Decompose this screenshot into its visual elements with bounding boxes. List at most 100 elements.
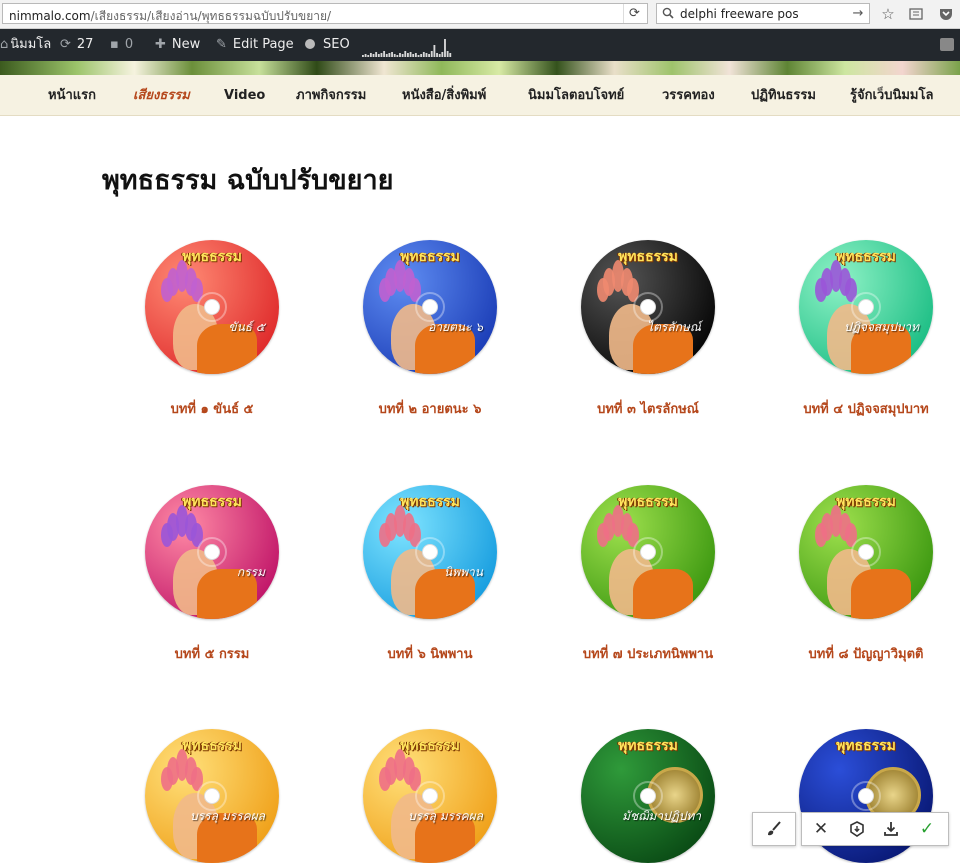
updates-icon: ⟳: [60, 37, 71, 52]
stats-bar: [399, 53, 401, 57]
seo-status-icon: [305, 39, 315, 49]
disc-hole: [640, 788, 656, 804]
download-icon[interactable]: [874, 813, 908, 845]
new-label: New: [171, 37, 201, 52]
seo-link[interactable]: SEO: [305, 29, 350, 61]
seo-label: SEO: [323, 37, 350, 52]
album-caption-link[interactable]: บทที่ ๑ ขันธ์ ๕: [102, 398, 322, 419]
stats-bar: [380, 53, 383, 57]
album-disc-2[interactable]: พุทธธรรม อายตนะ ๖: [363, 240, 497, 374]
lotus-icon: [379, 505, 421, 547]
disc-hole: [640, 544, 656, 560]
album-caption-link[interactable]: บทที่ ๘ ปัญญาวิมุตติ: [756, 643, 960, 664]
new-link[interactable]: ✚ New: [155, 29, 200, 61]
shield-icon[interactable]: [840, 813, 874, 845]
lotus-icon: [815, 260, 857, 302]
album-caption-link[interactable]: บทที่ ๖ นิพพาน: [320, 643, 540, 664]
album-caption-link[interactable]: บทที่ ๔ ปฏิจจสมุปบาท: [756, 398, 960, 419]
stats-bar: [425, 53, 428, 57]
nav-item-2[interactable]: Video: [224, 75, 265, 116]
robe-illustration: [851, 569, 911, 619]
browser-toolbar: nimmalo.com/เสียงธรรม/เสียงอ่าน/พุทธธรรม…: [0, 0, 960, 29]
nav-item-6[interactable]: วรรคทอง: [662, 75, 715, 116]
album-disc-4[interactable]: พุทธธรรม ปฏิจจสมุปบาท: [799, 240, 933, 374]
album-disc-7[interactable]: พุทธธรรม: [581, 485, 715, 619]
stats-bar: [385, 54, 388, 57]
disc-hole: [204, 299, 220, 315]
disc-hole: [422, 299, 438, 315]
disc-label: ปฏิจจสมุปบาท: [844, 320, 919, 334]
nav-item-4[interactable]: หนังสือ/สิ่งพิมพ์: [402, 75, 486, 116]
nav-item-0[interactable]: หน้าแรก: [48, 75, 96, 116]
stats-bar: [404, 51, 407, 57]
nav-item-8[interactable]: รู้จักเว็บนิมมโล: [850, 75, 933, 116]
nav-item-5[interactable]: นิมมโลตอบโจทย์: [528, 75, 624, 116]
nav-item-7[interactable]: ปฏิทินธรรม: [751, 75, 816, 116]
address-bar[interactable]: nimmalo.com/เสียงธรรม/เสียงอ่าน/พุทธธรรม…: [2, 3, 648, 24]
nav-item-1[interactable]: เสียงธรรม: [133, 75, 190, 116]
album-disc-11[interactable]: พุทธธรรม มัชฌิมาปฏิปทา: [581, 729, 715, 863]
album-disc-10[interactable]: พุทธธรรม บรรลุ มรรคผล: [363, 729, 497, 863]
home-icon: ⌂: [0, 37, 9, 52]
nav-item-3[interactable]: ภาพกิจกรรม: [296, 75, 366, 116]
star-icon[interactable]: ☆: [878, 4, 898, 24]
album-disc-9[interactable]: พุทธธรรม บรรลุ มรรคผล: [145, 729, 279, 863]
screen-options-icon[interactable]: [940, 38, 954, 51]
url-path: /เสียงธรรม/เสียงอ่าน/พุทธธรรมฉบับปรับขยา…: [90, 9, 332, 23]
comments-link[interactable]: ▪ 0: [110, 29, 133, 61]
album-caption-link[interactable]: บทที่ ๗ ประเภทนิพพาน: [538, 643, 758, 664]
lotus-icon: [161, 749, 203, 791]
main-nav: หน้าแรก เสียงธรรม Video ภาพกิจกรรม หนังสือ/ส…: [0, 75, 960, 116]
stats-sparkline[interactable]: [362, 35, 452, 57]
lotus-icon: [379, 260, 421, 302]
site-name-link[interactable]: ⌂ นิมมโล: [0, 29, 51, 61]
admin-bar: ⌂ นิมมโล ⟳ 27 ▪ 0 ✚ New ✎ Edit Page SEO: [0, 29, 960, 61]
action-buttons-box: ✕ ✓: [801, 812, 949, 846]
album-caption-link[interactable]: บทที่ ๓ ไตรลักษณ์: [538, 398, 758, 419]
album-caption-link[interactable]: บทที่ ๕ กรรม: [102, 643, 322, 664]
stats-bar: [388, 53, 391, 57]
album-disc-8[interactable]: พุทธธรรม: [799, 485, 933, 619]
disc-hole: [858, 544, 874, 560]
comments-count: 0: [124, 37, 134, 52]
reading-list-icon[interactable]: [906, 4, 926, 24]
album-caption-link[interactable]: บทที่ ๒ อายตนะ ๖: [320, 398, 540, 419]
close-icon[interactable]: ✕: [804, 813, 838, 845]
confirm-check-icon[interactable]: ✓: [910, 813, 944, 845]
stats-bar: [391, 52, 393, 57]
disc-hole: [204, 788, 220, 804]
brush-icon[interactable]: [757, 813, 791, 845]
updates-link[interactable]: ⟳ 27: [60, 29, 93, 61]
edit-page-link[interactable]: ✎ Edit Page: [216, 29, 294, 61]
brush-button-box: [752, 812, 796, 846]
stats-bar: [375, 52, 378, 57]
disc-label: บรรลุ มรรคผล: [190, 809, 265, 823]
reload-icon[interactable]: ⟳: [623, 4, 645, 23]
lotus-icon: [161, 260, 203, 302]
url-host: nimmalo.com: [9, 9, 91, 23]
search-bar[interactable]: delphi freeware pos →: [656, 3, 870, 24]
edit-page-label: Edit Page: [232, 37, 294, 52]
page-title: พุทธธรรม ฉบับปรับขยาย: [102, 165, 394, 196]
search-input[interactable]: delphi freeware pos: [680, 7, 799, 21]
lotus-icon: [597, 260, 639, 302]
pocket-icon[interactable]: [936, 4, 956, 24]
stats-bar: [409, 52, 412, 57]
stats-bar: [436, 53, 438, 57]
stats-bar: [449, 53, 452, 57]
header-banner-strip: [0, 61, 960, 75]
robe-illustration: [633, 569, 693, 619]
stats-bar: [401, 54, 404, 57]
disc-hole: [858, 299, 874, 315]
disc-label: มัชฌิมาปฏิปทา: [622, 809, 701, 823]
album-disc-5[interactable]: พุทธธรรม กรรม: [145, 485, 279, 619]
pencil-icon: ✎: [216, 37, 227, 52]
stats-bar: [393, 54, 396, 57]
stats-bar: [383, 51, 386, 57]
album-disc-3[interactable]: พุทธธรรม ไตรลักษณ์: [581, 240, 715, 374]
album-disc-1[interactable]: พุทธธรรม ขันธ์ ๕: [145, 240, 279, 374]
search-go-icon[interactable]: →: [849, 4, 867, 23]
lotus-icon: [815, 505, 857, 547]
stats-bar: [417, 55, 420, 57]
album-disc-6[interactable]: พุทธธรรม นิพพาน: [363, 485, 497, 619]
